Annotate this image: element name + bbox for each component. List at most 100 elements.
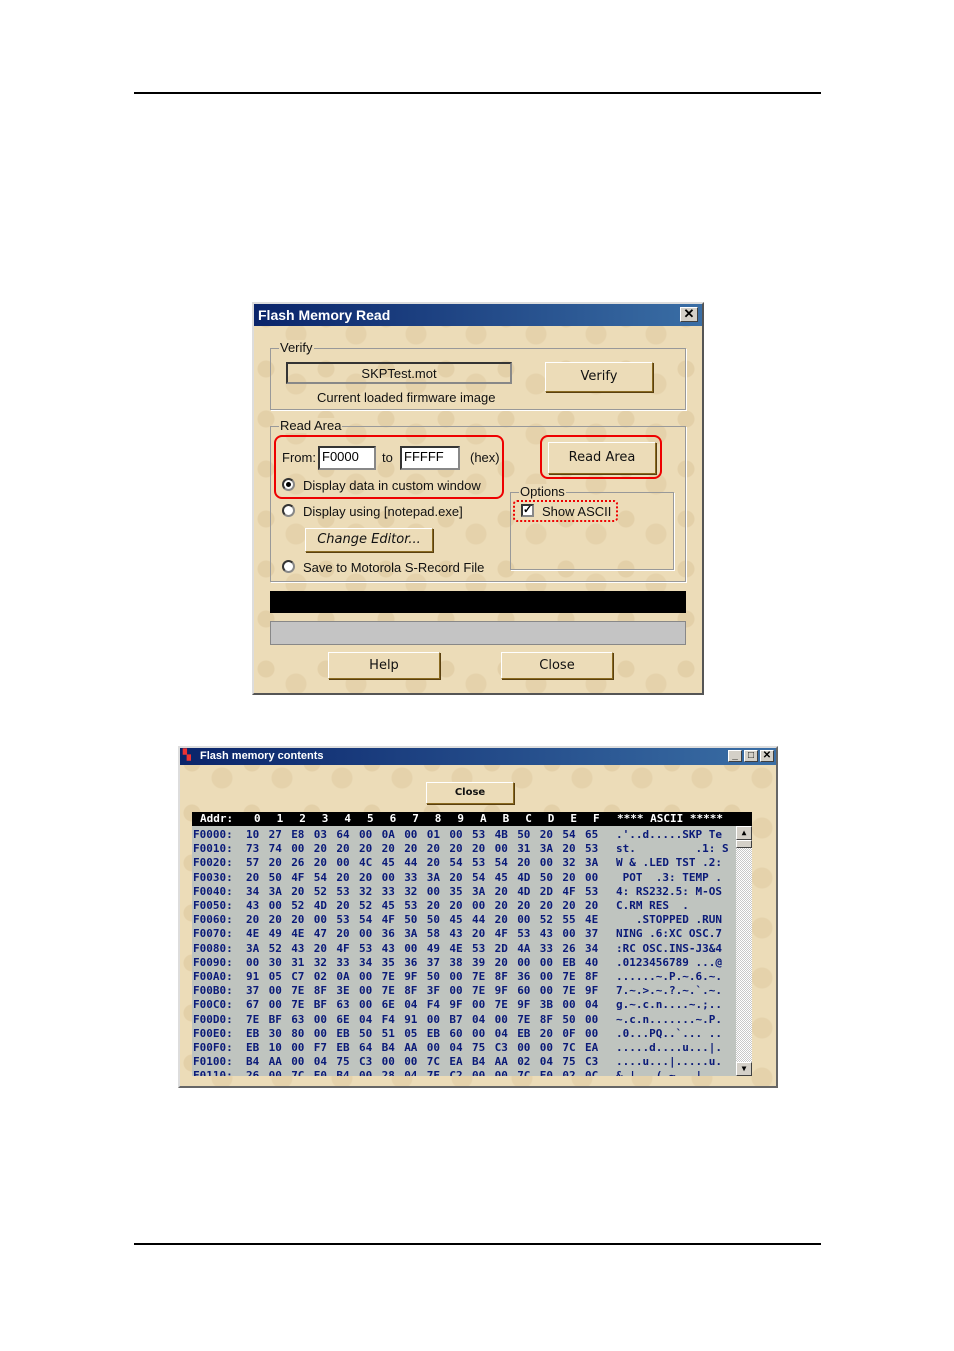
byte-cell: 45	[494, 870, 508, 884]
address: F0080:	[193, 941, 233, 955]
close-icon[interactable]: ✕	[680, 307, 698, 322]
byte-cell: 4E	[449, 941, 463, 955]
byte-cell: 00	[585, 1012, 599, 1026]
hexwin-close-button[interactable]: Close	[426, 782, 514, 804]
byte-cell: 4D	[517, 884, 531, 898]
ascii-text: ~.c.n.......~.P.	[616, 1012, 722, 1026]
scrollbar[interactable]: ▲ ▼	[736, 826, 752, 1076]
byte-cell: 00	[539, 955, 554, 969]
byte-cell: 30	[268, 1026, 282, 1040]
byte-cell: EB	[336, 1041, 350, 1054]
byte-cell: 04	[539, 1055, 554, 1069]
byte-cell: BF	[313, 998, 328, 1012]
byte-cell: 20	[291, 913, 305, 927]
close-icon[interactable]: ✕	[760, 750, 774, 762]
byte-cell: 4E	[585, 913, 599, 927]
byte-cell: 33	[336, 955, 350, 969]
byte-cell: 20	[246, 913, 260, 927]
minimize-icon[interactable]: _	[728, 750, 742, 762]
byte-cell: 20	[494, 899, 508, 912]
byte-cell: 00	[472, 899, 486, 912]
byte-cell: 50	[539, 870, 554, 884]
byte-cell: 04	[494, 1026, 508, 1040]
address: F0070:	[193, 927, 233, 941]
byte-cell: 53	[336, 913, 350, 927]
verify-group-label: Verify	[279, 340, 314, 355]
verify-button[interactable]: Verify	[545, 362, 653, 392]
ascii-text: .0...PQ..`... ..	[616, 1026, 722, 1040]
hex-dump-view[interactable]: Addr: 0 1 2 3 4 5 6 7 8 9 A B C D E F **** ASCII ***** F00…	[192, 812, 752, 1076]
column-header: 3	[321, 812, 329, 825]
byte-cell: 27	[268, 828, 282, 841]
byte-cell: 6E	[336, 1012, 350, 1026]
byte-cell: 00	[472, 998, 486, 1012]
byte-cell: 9F	[517, 998, 531, 1012]
byte-cell: 53	[472, 941, 486, 955]
show-ascii-checkbox[interactable]: ✓	[521, 504, 534, 517]
byte-cell: 7E	[472, 970, 486, 983]
scroll-down-icon[interactable]: ▼	[736, 1062, 752, 1076]
byte-cell: 4F	[291, 870, 305, 884]
hex-header-row: Addr: 0 1 2 3 4 5 6 7 8 9 A B C D E F **** ASCII *****	[192, 812, 752, 826]
byte-cell: 64	[336, 828, 350, 841]
close-button[interactable]: Close	[501, 652, 613, 679]
byte-cell: EB	[336, 1026, 350, 1040]
byte-cell: 3E	[336, 984, 350, 998]
byte-cell: 7E	[426, 1069, 441, 1076]
byte-cell: 04	[313, 1055, 328, 1069]
byte-cell: 91	[404, 1012, 418, 1026]
byte-cell: 04	[404, 1069, 418, 1076]
byte-cell: 44	[472, 913, 486, 927]
byte-cell: 20	[426, 899, 441, 912]
ascii-text: .0123456789 ...@	[616, 955, 722, 969]
byte-cell: 52	[539, 913, 554, 927]
byte-cell: 38	[449, 955, 463, 969]
change-editor-button[interactable]: Change Editor...	[305, 528, 433, 552]
from-input[interactable]: F0000	[318, 446, 376, 470]
byte-cell: 36	[381, 927, 395, 941]
byte-cell: 7C	[426, 1055, 441, 1069]
byte-cell: 00	[539, 984, 554, 998]
from-label: From:	[282, 450, 316, 465]
byte-cell: 00	[359, 984, 373, 998]
hex-label: (hex)	[470, 450, 500, 465]
byte-cell: 65	[585, 828, 599, 841]
byte-cell: 20	[585, 899, 599, 912]
byte-cell: 53	[359, 941, 373, 955]
byte-cell: 43	[449, 927, 463, 941]
radio-notepad[interactable]	[282, 504, 295, 517]
byte-cell: EB	[517, 1026, 531, 1040]
help-button[interactable]: Help	[328, 652, 440, 679]
byte-cell: 31	[291, 955, 305, 969]
maximize-icon[interactable]: □	[744, 750, 758, 762]
byte-cell: B4	[246, 1055, 260, 1069]
column-header: 4	[344, 812, 352, 825]
radio-srecord[interactable]	[282, 560, 295, 573]
byte-cell: 37	[585, 927, 599, 941]
address: F0040:	[193, 884, 233, 898]
byte-cell: 30	[268, 955, 282, 969]
byte-cell: 36	[517, 970, 531, 983]
byte-cell: 60	[517, 984, 531, 998]
radio-custom-window[interactable]	[282, 478, 295, 491]
progress-bar-black	[270, 591, 686, 613]
options-group-label: Options	[519, 484, 566, 499]
byte-cell: 20	[472, 927, 486, 941]
read-area-button[interactable]: Read Area	[548, 442, 656, 474]
to-input[interactable]: FFFFF	[400, 446, 460, 470]
byte-cell: 51	[381, 1026, 395, 1040]
byte-cell: 10	[268, 1041, 282, 1054]
byte-cell: C3	[359, 1055, 373, 1069]
address: Addr:	[200, 812, 234, 825]
byte-cell: 20	[381, 842, 395, 856]
byte-cell: 00	[517, 955, 531, 969]
byte-cell: AA	[404, 1041, 418, 1054]
scroll-up-icon[interactable]: ▲	[736, 826, 752, 840]
byte-cell: 33	[539, 941, 554, 955]
byte-cell: 26	[291, 856, 305, 870]
to-label: to	[382, 450, 393, 465]
byte-cell: 7E	[562, 984, 576, 998]
app-icon: ▚	[183, 750, 191, 761]
ascii-text: C.RM RES .	[616, 899, 722, 912]
scroll-thumb[interactable]	[736, 840, 752, 848]
